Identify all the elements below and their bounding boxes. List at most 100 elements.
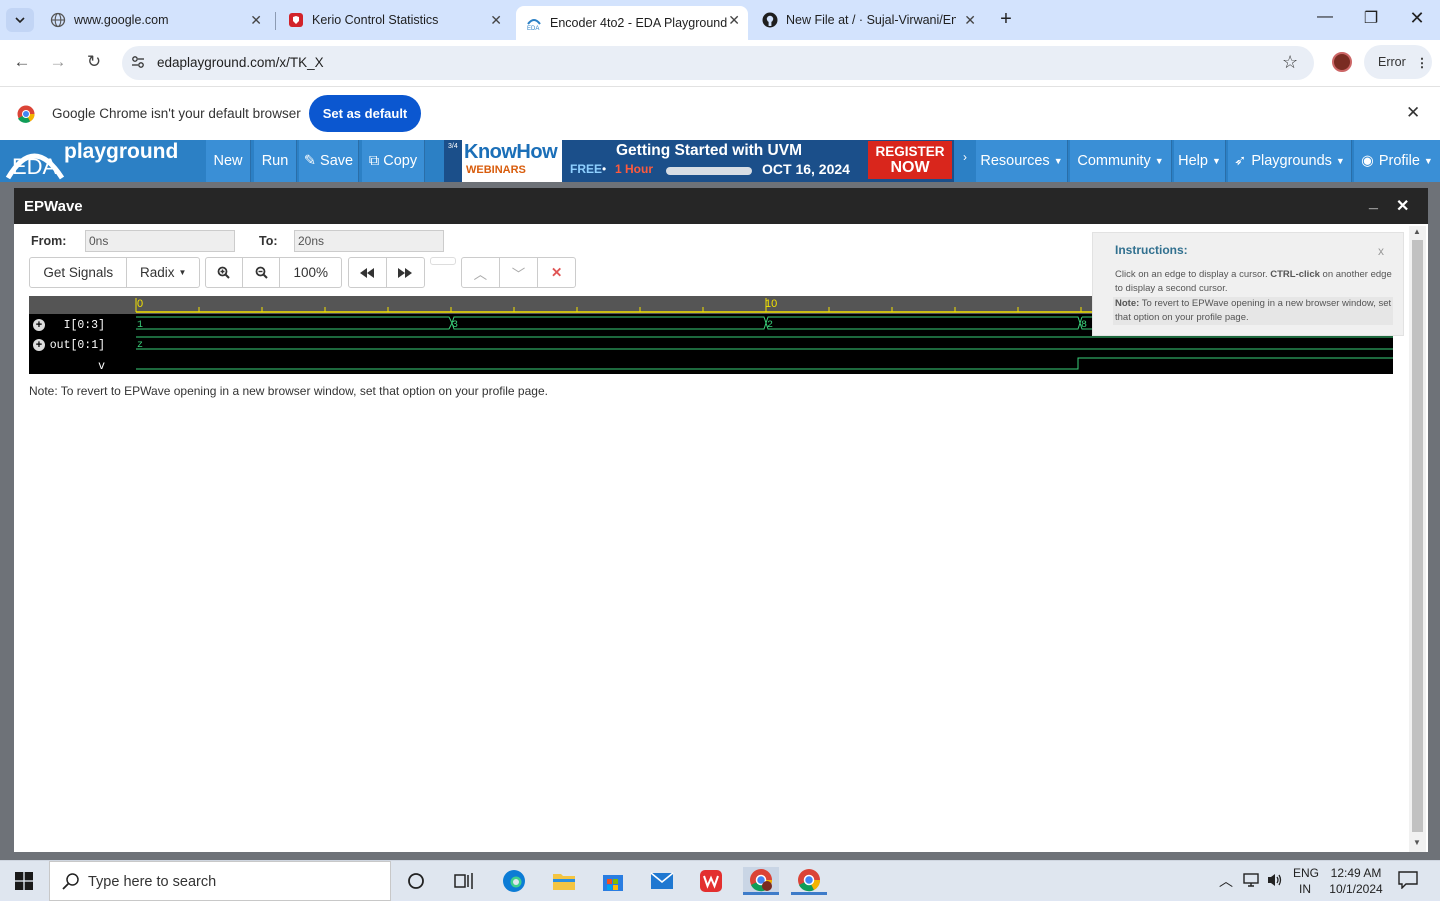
get-signals-label: Get Signals: [43, 265, 114, 280]
ruler-label-0: 0: [137, 298, 143, 310]
network-icon[interactable]: [1242, 872, 1260, 893]
file-explorer-icon[interactable]: [546, 867, 582, 895]
url-text: edaplayground.com/x/TK_X: [157, 55, 324, 70]
save-label: Save: [320, 153, 354, 169]
instructions-close[interactable]: x: [1378, 244, 1384, 258]
eda-logo[interactable]: EDA playground: [0, 140, 200, 182]
hidden-icons-chevron[interactable]: ︿: [1219, 871, 1233, 891]
remove-cursor-icon[interactable]: ✕: [538, 258, 575, 287]
edge-icon[interactable]: [496, 867, 532, 895]
knowhow-webinar-banner[interactable]: 3/4 KnowHow WEBINARS Getting Started wit…: [444, 140, 954, 182]
mail-icon[interactable]: [644, 867, 680, 895]
zoom-in-icon[interactable]: [206, 258, 243, 287]
close-tab-icon[interactable]: ✕: [490, 12, 502, 29]
volume-icon[interactable]: [1266, 872, 1284, 893]
caret-down-icon: ▼: [1053, 156, 1063, 166]
instructions-ctrl: CTRL-click: [1270, 269, 1320, 280]
tab-eda-playground[interactable]: EDA Encoder 4to2 - EDA Playground ✕: [516, 6, 748, 40]
task-view-icon[interactable]: [446, 867, 482, 895]
copy-button[interactable]: ⧉ Copy: [362, 140, 425, 182]
community-menu[interactable]: Community ▼: [1070, 140, 1172, 182]
caret-down-icon: ▼: [1423, 156, 1433, 166]
minimize-icon[interactable]: —: [1302, 8, 1348, 32]
chrome-profile-taskbar-icon[interactable]: [743, 867, 779, 895]
search-placeholder: Type here to search: [88, 874, 217, 890]
tab-kerio[interactable]: Kerio Control Statistics ✕: [278, 6, 510, 34]
infobar-close-icon[interactable]: ✕: [1406, 103, 1420, 123]
run-button[interactable]: Run: [254, 140, 297, 182]
cortana-icon[interactable]: [398, 867, 434, 895]
minimize-modal-icon[interactable]: _: [1369, 194, 1378, 212]
microsoft-store-icon[interactable]: [595, 867, 631, 895]
bus-value: 2: [767, 320, 773, 331]
from-field[interactable]: 0ns: [85, 230, 235, 252]
bus-value: z: [137, 340, 143, 351]
notification-icon[interactable]: [1398, 871, 1418, 894]
run-label: Run: [261, 153, 289, 169]
tab-github[interactable]: New File at / · Sujal-Virwani/Enc ✕: [752, 6, 984, 34]
tab-google[interactable]: www.google.com ✕: [40, 6, 270, 34]
radix-dropdown[interactable]: Radix ▼: [127, 258, 199, 287]
scroll-down-icon[interactable]: ▼: [1413, 838, 1421, 847]
close-modal-icon[interactable]: ✕: [1396, 196, 1409, 216]
reload-icon[interactable]: ↻: [83, 52, 105, 72]
instructions-text: Click on an edge to display a cursor. CT…: [1115, 268, 1395, 296]
profile-menu[interactable]: ◉ Profile ▼: [1354, 140, 1440, 182]
scroll-up-icon[interactable]: ▲: [1413, 227, 1421, 236]
resources-menu[interactable]: Resources ▼: [976, 140, 1068, 182]
site-info-icon[interactable]: [130, 54, 146, 75]
wps-office-icon[interactable]: [693, 867, 729, 895]
save-button[interactable]: ✎ Save: [299, 140, 359, 182]
knowhow-logo: KnowHow WEBINARS: [462, 140, 562, 182]
banner-next-icon[interactable]: ›: [963, 150, 967, 164]
tab-search-button[interactable]: [6, 8, 34, 32]
profile-error-button[interactable]: Error ⋮: [1364, 45, 1432, 79]
banner-page-counter: 3/4: [448, 143, 458, 150]
previous-edge-icon[interactable]: [349, 258, 387, 287]
zoom-level[interactable]: 100%: [280, 258, 341, 287]
forward-icon[interactable]: →: [47, 52, 69, 72]
epwave-body: From: 0ns To: 20ns Get Signals Radix ▼ 10…: [14, 224, 1428, 852]
windows-start-icon[interactable]: [6, 867, 42, 895]
address-bar[interactable]: edaplayground.com/x/TK_X ☆: [122, 46, 1314, 80]
bus-segment-i-1: [451, 316, 767, 330]
bookmark-star-icon[interactable]: ☆: [1282, 52, 1298, 73]
zoom-level-text: 100%: [293, 265, 328, 280]
vertical-scrollbar[interactable]: ▲ ▼: [1409, 226, 1426, 852]
clock[interactable]: 12:49 AM 10/1/2024: [1326, 865, 1386, 897]
scroll-thumb[interactable]: [1412, 240, 1423, 832]
window-close-icon[interactable]: ✕: [1394, 8, 1440, 32]
search-icon: [62, 872, 80, 895]
set-as-default-button[interactable]: Set as default: [309, 95, 421, 132]
new-button[interactable]: New: [206, 140, 251, 182]
to-field[interactable]: 20ns: [294, 230, 444, 252]
clock-time: 12:49 AM: [1330, 866, 1382, 880]
restore-icon[interactable]: ❐: [1348, 8, 1394, 32]
chevron-down-icon[interactable]: ﹀: [500, 258, 539, 287]
tab-strip: www.google.com ✕ Kerio Control Statistic…: [0, 0, 1440, 40]
taskbar-search[interactable]: Type here to search: [49, 861, 391, 901]
close-tab-icon[interactable]: ✕: [964, 12, 976, 29]
knowhow-brand: KnowHow: [464, 141, 558, 163]
help-menu[interactable]: Help ▼: [1174, 140, 1226, 182]
chrome-taskbar-icon[interactable]: [791, 867, 827, 895]
next-edge-icon[interactable]: [387, 258, 425, 287]
now-label: NOW: [890, 159, 930, 176]
profile-avatar[interactable]: [1332, 52, 1352, 72]
new-tab-button[interactable]: +: [994, 8, 1018, 32]
help-label: Help: [1178, 153, 1208, 169]
logo-playground-text: playground: [64, 140, 179, 163]
tab-title: Kerio Control Statistics: [312, 13, 439, 27]
chevron-up-icon[interactable]: ︿: [462, 258, 500, 287]
playgrounds-menu[interactable]: ➶ Playgrounds ▼: [1228, 140, 1352, 182]
language-indicator[interactable]: ENG IN: [1293, 865, 1319, 897]
zoom-out-icon[interactable]: [243, 258, 281, 287]
close-tab-icon[interactable]: ✕: [728, 12, 740, 29]
placeholder-button[interactable]: [430, 257, 456, 265]
logo-eda-text: EDA: [12, 154, 58, 179]
close-tab-icon[interactable]: ✕: [250, 12, 262, 29]
register-now-button[interactable]: REGISTER NOW: [868, 141, 952, 179]
signal-controls: Get Signals Radix ▼: [29, 257, 200, 288]
get-signals-button[interactable]: Get Signals: [30, 258, 128, 287]
back-icon[interactable]: ←: [11, 52, 33, 72]
